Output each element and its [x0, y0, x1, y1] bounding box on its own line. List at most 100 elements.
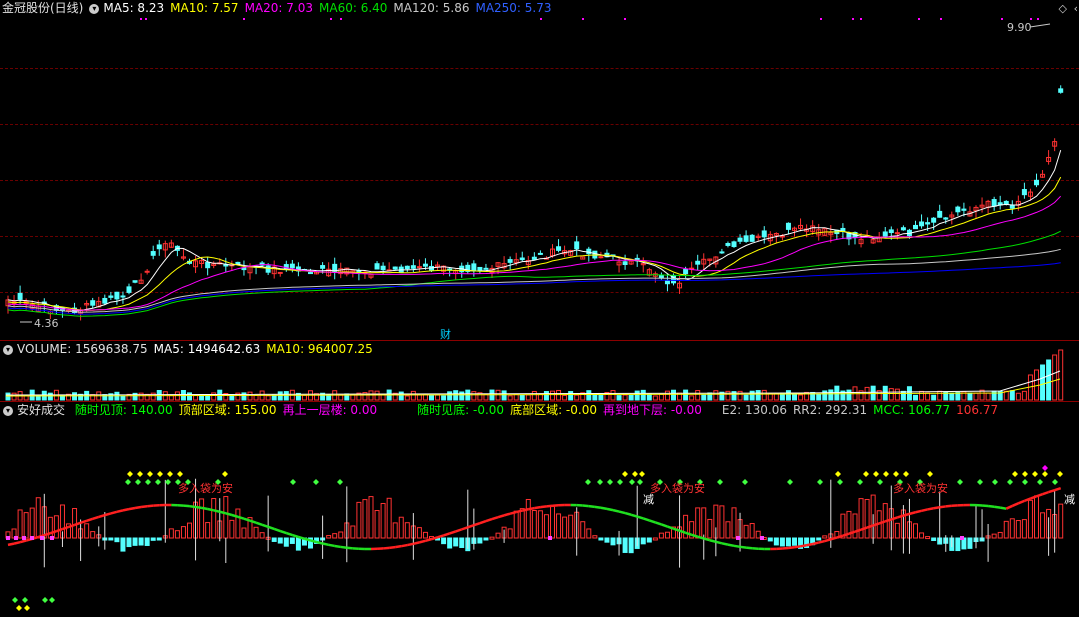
indicator-curve-segment — [709, 539, 717, 544]
indicator-curve-segment — [80, 519, 88, 525]
indicator-curve-segment — [1011, 502, 1019, 508]
candle-body — [1021, 189, 1027, 196]
indicator-curve-segment — [890, 516, 898, 521]
volume-bar — [404, 395, 410, 401]
indicator-curve-segment — [491, 516, 499, 521]
volume-bar — [374, 390, 380, 401]
indicator-bar — [90, 531, 96, 539]
price-panel[interactable]: 金冠股份(日线) ▾ MA5: 8.23 MA10: 7.57 MA20: 7.03 MA… — [0, 0, 1079, 341]
signal-diamond — [16, 605, 22, 611]
volume-bar — [568, 391, 574, 401]
candle-body — [392, 266, 398, 270]
indicator-curve-segment — [479, 519, 487, 525]
indicator-bar — [767, 537, 773, 542]
volume-bar — [610, 390, 616, 401]
indicator-bar — [991, 533, 997, 539]
candle-body — [150, 251, 156, 256]
candle-body — [925, 222, 931, 225]
indicator-curve-segment — [945, 504, 952, 508]
indicator-curve-segment — [588, 504, 596, 509]
volume-bar — [1009, 390, 1015, 401]
indicator-bar — [683, 514, 689, 539]
annotation-take-profit: 多入袋为安 — [178, 482, 233, 495]
volume-bar — [900, 390, 906, 401]
indicator-bar — [610, 537, 616, 546]
signal-diamond — [1032, 471, 1038, 477]
volume-bar — [543, 391, 549, 401]
indicator-curve-segment — [419, 539, 426, 544]
candlestick-chart[interactable] — [0, 0, 1079, 340]
indicator-chart[interactable] — [0, 402, 1079, 617]
indicator-bar — [229, 519, 235, 539]
indicator-bar — [416, 527, 422, 539]
signal-diamond — [1012, 471, 1018, 477]
indicator-curve-segment — [697, 535, 705, 540]
collapse-icon[interactable]: ▾ — [3, 344, 13, 355]
indicator-bar — [652, 537, 658, 541]
candle-body — [1058, 88, 1064, 93]
indicator-curve-segment — [993, 505, 1001, 509]
indicator-curve-segment — [727, 543, 735, 548]
indicator-bottom-zone-value: 底部区域: -0.00 — [510, 403, 597, 417]
candle-body — [900, 227, 906, 231]
candle-body — [374, 263, 380, 270]
candle-body — [761, 230, 767, 238]
volume-value: VOLUME: 1569638.75 — [17, 342, 148, 356]
candle-body — [586, 248, 592, 255]
window-control-icon[interactable]: ‹ — [1074, 2, 1078, 15]
indicator-bar — [289, 537, 295, 544]
indicator-curve-segment — [128, 506, 136, 511]
indicator-curve-segment — [540, 505, 547, 509]
signal-diamond — [1022, 471, 1028, 477]
indicator-bar — [350, 525, 356, 539]
volume-bar — [507, 395, 513, 401]
indicator-bar — [271, 537, 277, 542]
volume-bar — [1058, 349, 1064, 401]
signal-diamond — [157, 471, 163, 477]
indicator-panel[interactable]: ▾ 安好成交 随时见顶: 140.00 顶部区域: 155.00 再上一层楼: 0.0… — [0, 402, 1079, 617]
signal-diamond — [1042, 465, 1048, 471]
signal-diamond — [893, 471, 899, 477]
candle-body — [90, 300, 96, 306]
zero-marker — [40, 536, 44, 540]
indicator-curve-segment — [231, 513, 239, 519]
volume-bar — [1021, 390, 1027, 401]
volume-bar — [773, 393, 779, 401]
indicator-bar — [356, 501, 362, 539]
volume-bar — [725, 390, 731, 401]
candle-body — [743, 235, 749, 242]
signal-mark — [1001, 18, 1003, 20]
indicator-curve-segment — [685, 531, 693, 536]
collapse-icon[interactable]: ▾ — [89, 3, 100, 14]
signal-diamond — [817, 479, 823, 485]
candle-body — [410, 265, 416, 269]
indicator-bar — [731, 507, 737, 539]
signal-diamond — [313, 479, 319, 485]
indicator-bar — [640, 537, 646, 545]
signal-diamond — [49, 597, 55, 603]
diamond-icon[interactable]: ◇ — [1059, 2, 1067, 15]
signal-diamond — [167, 471, 173, 477]
indicator-bar — [568, 514, 574, 539]
indicator-curve-segment — [104, 512, 112, 517]
signal-mark — [340, 18, 342, 20]
signal-diamond — [145, 479, 151, 485]
indicator-curve-segment — [794, 545, 801, 549]
indicator-bar — [1058, 503, 1064, 539]
volume-panel[interactable]: ▾ VOLUME: 1569638.75 MA5: 1494642.63 MA10: … — [0, 341, 1079, 401]
indicator-bar — [695, 507, 701, 539]
signal-diamond — [165, 479, 171, 485]
indicator-bar — [53, 515, 59, 539]
indicator-bar — [598, 537, 604, 541]
indicator-curve-segment — [395, 544, 402, 549]
signal-diamond — [607, 479, 613, 485]
indicator-curve-segment — [195, 505, 202, 510]
indicator-curve-segment — [721, 542, 729, 546]
volume-bar — [398, 391, 404, 401]
signal-diamond — [135, 479, 141, 485]
candle-body — [622, 261, 628, 266]
indicator-curve-segment — [110, 510, 118, 515]
candle-body — [102, 297, 108, 304]
collapse-icon[interactable]: ▾ — [3, 405, 13, 416]
indicator-curve-segment — [703, 537, 711, 542]
